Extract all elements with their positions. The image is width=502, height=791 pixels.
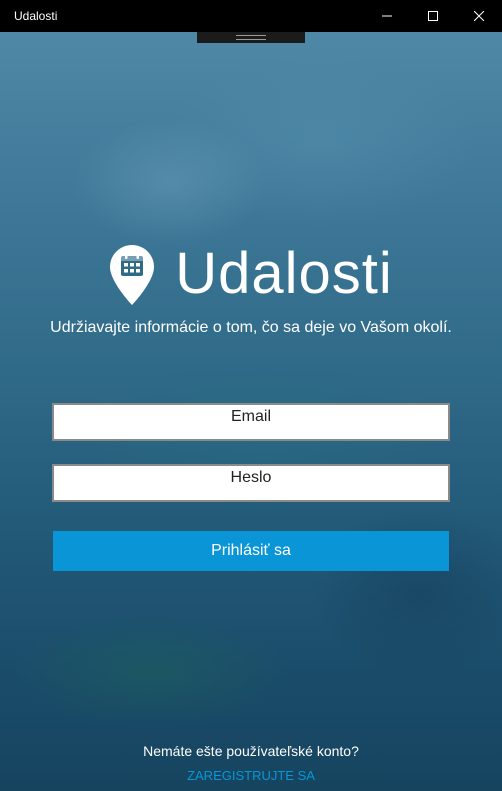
grip-icon (236, 35, 266, 40)
login-screen: Udalosti Udržiavajte informácie o tom, č… (0, 32, 502, 791)
login-button[interactable]: Prihlásiť sa (53, 531, 449, 571)
title-bar[interactable]: Udalosti (0, 0, 502, 32)
app-window: Udalosti Udalosti Udržiavajte informácie… (0, 0, 502, 791)
close-button[interactable] (456, 0, 502, 32)
minimize-icon (382, 15, 392, 17)
map-pin-calendar-icon (110, 245, 155, 305)
email-field[interactable] (52, 403, 450, 441)
maximize-icon (428, 11, 438, 21)
maximize-button[interactable] (410, 0, 456, 32)
password-field[interactable] (52, 464, 450, 502)
drag-handle[interactable] (197, 32, 305, 43)
app-tagline: Udržiavajte informácie o tom, čo sa deje… (50, 319, 452, 336)
close-icon (474, 11, 484, 21)
signup-prompt: Nemáte ešte používateľské konto? (143, 743, 359, 759)
app-logo: Udalosti (0, 242, 502, 306)
window-title: Udalosti (14, 9, 58, 23)
email-input[interactable] (54, 405, 448, 439)
minimize-button[interactable] (364, 0, 410, 32)
password-input[interactable] (54, 466, 448, 500)
app-name: Udalosti (175, 241, 393, 306)
signup-link[interactable]: ZAREGISTRUJTE SA (0, 768, 502, 783)
